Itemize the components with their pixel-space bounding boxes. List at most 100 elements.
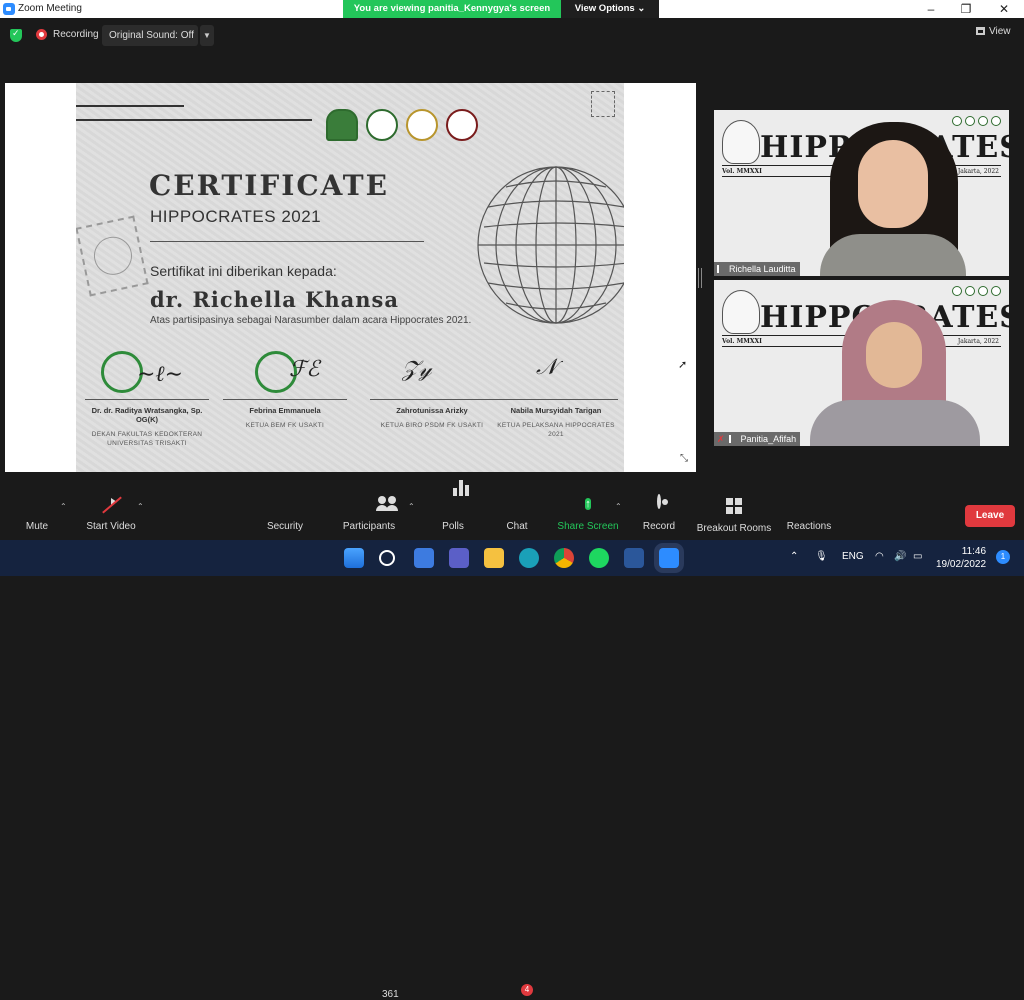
signatory-name: Zahrotunissa Arizky <box>396 406 468 415</box>
participant-nametag: ✗ Panitia_Afifah <box>714 432 801 446</box>
signatory-role: KETUA BEM FK USAKTI <box>245 422 325 429</box>
signatory-role: DEKAN FAKULTAS KEDOKTERAN UNIVERSITAS TR… <box>91 431 203 447</box>
collapse-icon[interactable]: ⤡ <box>680 453 688 464</box>
meeting-topbar: Recording Original Sound: Off ▼ View <box>0 18 1024 52</box>
edge-icon[interactable] <box>519 548 539 568</box>
clock-time: 11:46 <box>961 546 987 557</box>
screen-share-banner: You are viewing panitia_Kennygya's scree… <box>343 0 659 18</box>
microphone-tray-icon[interactable]: 🎙 <box>815 551 828 562</box>
audio-options-caret[interactable]: ⌃ <box>60 502 67 511</box>
breakout-rooms-icon <box>726 498 742 514</box>
participant-video <box>810 300 980 446</box>
globe-icon <box>477 166 624 324</box>
breakout-rooms-label: Breakout Rooms <box>696 523 772 534</box>
chevron-up-icon[interactable]: ⌃ <box>790 551 798 562</box>
battery-icon[interactable]: ▭ <box>913 551 922 562</box>
meeting-controls: Mute ⌃ Start Video ⌃ Security Participan… <box>0 480 1024 1000</box>
participants-count: 361 <box>382 989 399 1000</box>
language-indicator[interactable]: ENG <box>842 551 864 562</box>
widgets-icon[interactable] <box>414 548 434 568</box>
encryption-shield-icon[interactable] <box>10 28 22 42</box>
volume-icon[interactable]: 🔊 <box>894 551 906 562</box>
word-icon[interactable] <box>624 548 644 568</box>
video-options-caret[interactable]: ⌃ <box>137 502 144 511</box>
caduceus-logo-icon <box>406 109 438 141</box>
divider <box>150 241 424 242</box>
signatory-name: Febrina Emmanuela <box>249 406 321 415</box>
view-options-button[interactable]: View Options ⌄ <box>561 0 659 18</box>
polls-button[interactable]: Polls <box>436 480 470 532</box>
signatory-role: KETUA PELAKSANA HIPPOCRATES 2021 <box>497 422 615 438</box>
record-button[interactable]: Record <box>640 494 678 532</box>
original-sound-dropdown[interactable]: ▼ <box>200 25 214 46</box>
minimize-button[interactable]: – <box>916 1 946 17</box>
shared-screen[interactable]: CERTIFICATE HIPPOCRATES 2021 Sertifikat … <box>5 83 696 472</box>
participant-nametag: Richella Lauditta <box>714 262 800 276</box>
reactions-button[interactable]: Reactions <box>786 496 832 532</box>
signature-icon: ∼ℓ∼ <box>137 362 184 387</box>
signature-icon: ℱℰ <box>289 357 320 382</box>
chat-button[interactable]: Chat <box>500 496 534 532</box>
file-explorer-icon[interactable] <box>484 548 504 568</box>
certificate-intro: Sertifikat ini diberikan kepada: <box>150 263 337 279</box>
participants-options-caret[interactable]: ⌃ <box>408 502 415 511</box>
notification-badge[interactable]: 1 <box>996 550 1010 564</box>
signatory-3: 𝒵𝓎 Zahrotunissa Arizky KETUA BIRO PSDM F… <box>366 345 498 430</box>
certificate-subtitle: HIPPOCRATES 2021 <box>150 207 322 226</box>
search-icon[interactable] <box>379 550 395 566</box>
signature-icon: 𝒵𝓎 <box>402 357 432 382</box>
share-screen-button[interactable]: ↑ Share Screen <box>556 496 620 532</box>
original-sound-button[interactable]: Original Sound: Off <box>102 25 198 46</box>
signatory-1: ∼ℓ∼ Dr. dr. Raditya Wratsangka, Sp. OG(K… <box>81 345 213 448</box>
zoom-app-icon <box>3 3 15 15</box>
windows-start-icon[interactable] <box>344 548 364 568</box>
trisakti-logo-icon <box>326 109 358 141</box>
background-logos <box>952 286 1001 296</box>
muted-mic-icon: ✗ <box>717 434 725 444</box>
grid-icon <box>976 27 985 35</box>
recording-label: Recording <box>53 29 99 40</box>
teams-chat-icon[interactable] <box>449 548 469 568</box>
view-label: View <box>989 26 1011 37</box>
video-tile-afifah[interactable]: HIPPOCRATES Vol. MMXXI Jakarta, 2022 ✗Pa… <box>714 280 1009 446</box>
signatory-name: Dr. dr. Raditya Wratsangka, Sp. OG(K) <box>91 406 203 424</box>
mute-label: Mute <box>25 521 49 532</box>
system-clock[interactable]: 11:46 19/02/2022 <box>936 545 986 571</box>
zoom-taskbar-icon[interactable] <box>659 548 679 568</box>
leave-button[interactable]: Leave <box>965 505 1015 527</box>
mute-button[interactable]: Mute <box>18 496 56 532</box>
spotify-icon[interactable] <box>589 548 609 568</box>
chat-label: Chat <box>506 521 528 532</box>
breakout-rooms-button[interactable]: Breakout Rooms <box>696 496 772 534</box>
mouse-cursor-icon: ➚ <box>678 359 688 371</box>
start-video-button[interactable]: Start Video <box>82 496 140 532</box>
hippocrates-bust-icon <box>722 120 760 164</box>
background-vol: Vol. MMXXI <box>722 168 762 175</box>
participant-name: Panitia_Afifah <box>740 434 797 444</box>
signature-icon: 𝒩 <box>536 355 558 380</box>
share-screen-label: Share Screen <box>557 521 619 532</box>
view-button[interactable]: View <box>976 26 1011 37</box>
video-tile-richella[interactable]: HIPPOCRATES Vol. MMXXI Jakarta, 2022 Ric… <box>714 110 1009 276</box>
recording-icon <box>36 29 47 40</box>
security-button[interactable]: Security <box>262 496 308 532</box>
record-label: Record <box>642 521 676 532</box>
close-window-button[interactable]: ✕ <box>989 1 1019 17</box>
pin-icon <box>728 435 735 443</box>
chat-unread-badge: 4 <box>521 984 533 996</box>
signatory-4: 𝒩 Nabila Mursyidah Tarigan KETUA PELAKSA… <box>490 345 622 439</box>
reactions-label: Reactions <box>786 521 832 532</box>
participants-label: Participants <box>342 521 396 532</box>
panel-resize-handle[interactable] <box>698 268 702 288</box>
participant-video <box>820 122 966 276</box>
stamp-icon <box>591 91 615 117</box>
participation-text: Atas partisipasinya sebagai Narasumber d… <box>150 315 472 326</box>
maximize-button[interactable]: ❐ <box>951 1 981 17</box>
share-options-caret[interactable]: ⌃ <box>615 502 622 511</box>
pin-icon <box>717 265 723 273</box>
windows-taskbar: ⌃ 🎙 ENG ◠ 🔊 ▭ 11:46 19/02/2022 1 <box>0 540 1024 576</box>
participants-button[interactable]: Participants <box>340 496 398 532</box>
chrome-icon[interactable] <box>554 548 574 568</box>
wifi-icon[interactable]: ◠ <box>875 551 884 562</box>
decor-line <box>76 119 312 121</box>
